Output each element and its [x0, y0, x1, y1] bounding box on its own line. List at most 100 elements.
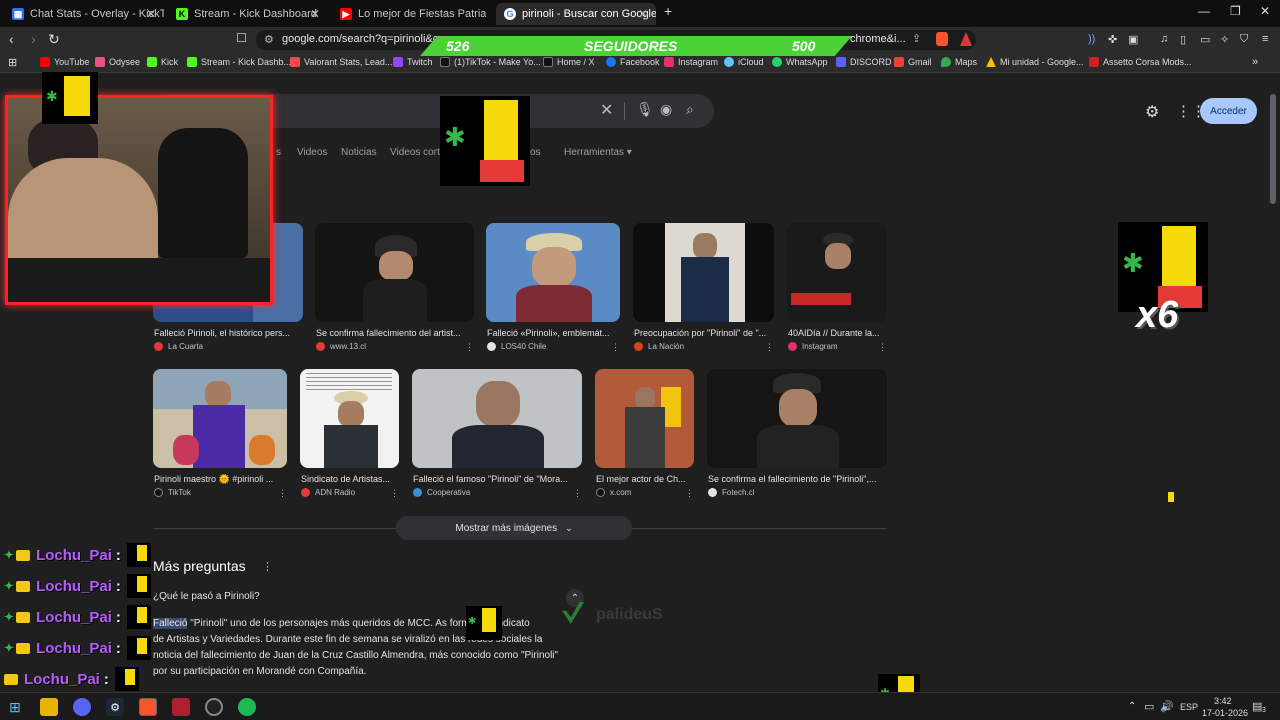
image-result[interactable]: Falleció el famoso "Pirinoli" de "Mora..…: [412, 369, 582, 499]
leo-ai-icon[interactable]: ✧: [1220, 33, 1229, 46]
tab-youtube-fiestas[interactable]: ▶ Lo mejor de Fiestas Patrias - Fabio To: [332, 3, 492, 25]
bookmark-kick-dashboard[interactable]: Stream - Kick Dashb...: [187, 57, 291, 67]
result-thumbnail[interactable]: [633, 223, 774, 322]
image-caption[interactable]: 40AIDía // Durante la...: [788, 328, 884, 338]
image-caption[interactable]: Pirinoli maestro 🌞 #pirinoli ...: [154, 474, 282, 485]
brave-rewards-icon[interactable]: [960, 32, 972, 46]
screenshot-icon[interactable]: ▣: [1128, 33, 1138, 46]
result-thumbnail[interactable]: [153, 369, 287, 468]
game-launcher-icon[interactable]: [172, 698, 190, 716]
chevron-up-icon[interactable]: ⌃: [1128, 701, 1136, 712]
image-caption[interactable]: Se confirma fallecimiento del artist...: [316, 328, 466, 338]
clock-time[interactable]: 3:42: [1214, 696, 1232, 706]
clear-search-icon[interactable]: ✕: [600, 100, 613, 120]
tab-google-search[interactable]: G pirinoli - Buscar con Google ✕: [496, 3, 656, 25]
bookmark-discord[interactable]: DISCORD: [836, 57, 892, 67]
menu-icon[interactable]: ≡: [1262, 33, 1268, 45]
windows-start-icon[interactable]: ⊞: [6, 698, 24, 716]
result-thumbnail[interactable]: [787, 223, 887, 322]
image-caption[interactable]: Falleció «Pirinoli», emblemát...: [487, 328, 615, 338]
more-options-icon[interactable]: ⋮: [278, 488, 287, 499]
image-result[interactable]: El mejor actor de Ch... x.com ⋮: [595, 369, 694, 499]
tab-all-partial[interactable]: s: [276, 147, 281, 158]
site-settings-icon[interactable]: ⚙: [264, 33, 274, 46]
wallet-icon[interactable]: ▭: [1200, 33, 1210, 46]
tab-videos[interactable]: Videos: [297, 147, 327, 158]
more-options-icon[interactable]: ⋮: [573, 488, 582, 499]
search-icon[interactable]: ⌕: [686, 101, 694, 118]
reload-icon[interactable]: ↻: [48, 31, 60, 48]
voice-search-icon[interactable]: 🎙: [636, 101, 654, 118]
file-explorer-icon[interactable]: [40, 698, 58, 716]
bookmark-instagram[interactable]: Instagram: [664, 57, 718, 67]
restore-button[interactable]: ❐: [1230, 4, 1241, 18]
bookmark-facebook[interactable]: Facebook: [606, 57, 660, 67]
image-result[interactable]: 40AIDía // Durante la... Instagram ⋮: [787, 223, 887, 353]
tab-news[interactable]: Noticias: [341, 147, 377, 158]
bookmark-odysee[interactable]: Odysee: [95, 57, 140, 67]
more-bookmarks-icon[interactable]: »: [1252, 56, 1258, 68]
bookmark-kick[interactable]: Kick: [147, 57, 178, 67]
forward-icon[interactable]: ›: [31, 31, 36, 47]
more-options-icon[interactable]: ⋮: [465, 342, 474, 353]
minimize-button[interactable]: —: [1198, 4, 1210, 18]
question-item[interactable]: ¿Qué le pasó a Pirinoli?: [153, 591, 260, 602]
steam-icon[interactable]: ⚙: [106, 698, 124, 716]
result-thumbnail[interactable]: [412, 369, 582, 468]
discord-icon[interactable]: [73, 698, 91, 716]
bookmark-tiktok[interactable]: (1)TikTok - Make Yo...: [440, 57, 541, 67]
image-caption[interactable]: Sindicato de Artistas...: [301, 474, 395, 484]
image-caption[interactable]: Preocupación por "Pirinoli" de "...: [634, 328, 772, 338]
network-icon[interactable]: ▭: [1144, 700, 1154, 713]
tab-chat-stats[interactable]: ▦ Chat Stats - Overlay - KickTools ✕: [4, 3, 164, 25]
more-options-icon[interactable]: ⋮: [611, 342, 620, 353]
image-result[interactable]: Se confirma fallecimiento del artist... …: [315, 223, 474, 353]
extensions-icon[interactable]: ✜: [1108, 33, 1117, 46]
brave-browser-icon[interactable]: [139, 698, 157, 716]
image-result[interactable]: Preocupación por "Pirinoli" de "... La N…: [633, 223, 774, 353]
result-thumbnail[interactable]: [486, 223, 620, 322]
image-result[interactable]: Se confirma el fallecimiento de "Pirinol…: [707, 369, 887, 499]
bookmark-x[interactable]: Home / X: [543, 57, 595, 67]
scrollbar-thumb[interactable]: [1270, 94, 1276, 204]
more-options-icon[interactable]: ⋮: [262, 560, 273, 573]
result-thumbnail[interactable]: [595, 369, 694, 468]
more-options-icon[interactable]: ⋮: [765, 342, 774, 353]
obs-studio-icon[interactable]: [205, 698, 223, 716]
bookmark-gmail[interactable]: Gmail: [894, 57, 932, 67]
bookmark-icon[interactable]: ☐: [236, 31, 247, 45]
image-caption[interactable]: El mejor actor de Ch...: [596, 474, 690, 484]
close-tab-icon[interactable]: ✕: [146, 7, 156, 21]
image-caption[interactable]: Falleció el famoso "Pirinoli" de "Mora..…: [413, 474, 577, 484]
back-icon[interactable]: ‹: [9, 31, 14, 47]
image-caption[interactable]: Se confirma el fallecimiento de "Pirinol…: [708, 474, 886, 484]
bookmark-drive[interactable]: Mi unidad - Google...: [986, 57, 1084, 67]
sign-in-button[interactable]: Acceder: [1200, 98, 1257, 124]
more-options-icon[interactable]: ⋮: [390, 488, 399, 499]
image-caption[interactable]: Falleció Pirinoli, el histórico pers...: [154, 328, 299, 338]
spotify-icon[interactable]: [238, 698, 256, 716]
sidebar-icon[interactable]: ▯: [1180, 33, 1186, 46]
new-tab-button[interactable]: +: [664, 3, 672, 19]
brave-shields-icon[interactable]: [936, 32, 948, 46]
image-result[interactable]: Sindicato de Artistas... ADN Radio ⋮: [300, 369, 399, 499]
volume-icon[interactable]: 🔊: [1160, 700, 1174, 713]
more-options-icon[interactable]: ⋮: [685, 488, 694, 499]
vpn-icon[interactable]: ⛉: [1240, 33, 1248, 46]
lens-search-icon[interactable]: ◉: [660, 101, 672, 118]
image-result[interactable]: Pirinoli maestro 🌞 #pirinoli ... TikTok …: [153, 369, 287, 499]
bookmark-maps[interactable]: Maps: [941, 57, 977, 67]
tools-dropdown[interactable]: Herramientas ▾: [564, 147, 632, 158]
show-more-images-button[interactable]: Mostrar más imágenes ⌄: [396, 516, 632, 540]
clock-date[interactable]: 17-01-2026: [1202, 708, 1248, 718]
language-indicator[interactable]: ESP: [1180, 702, 1198, 712]
bookmark-youtube[interactable]: YouTube: [40, 57, 89, 67]
bookmark-whatsapp[interactable]: WhatsApp: [772, 57, 828, 67]
apps-grid-icon[interactable]: ⊞: [8, 56, 17, 69]
close-tab-icon[interactable]: ✕: [310, 7, 320, 21]
bookmark-twitch[interactable]: Twitch: [393, 57, 433, 67]
more-options-icon[interactable]: ⋮: [878, 342, 887, 353]
share-icon[interactable]: ⇪: [912, 32, 921, 45]
tab-kick-dashboard[interactable]: K Stream - Kick Dashboard ✕: [168, 3, 328, 25]
image-result[interactable]: Falleció «Pirinoli», emblemát... LOS40 C…: [486, 223, 620, 353]
